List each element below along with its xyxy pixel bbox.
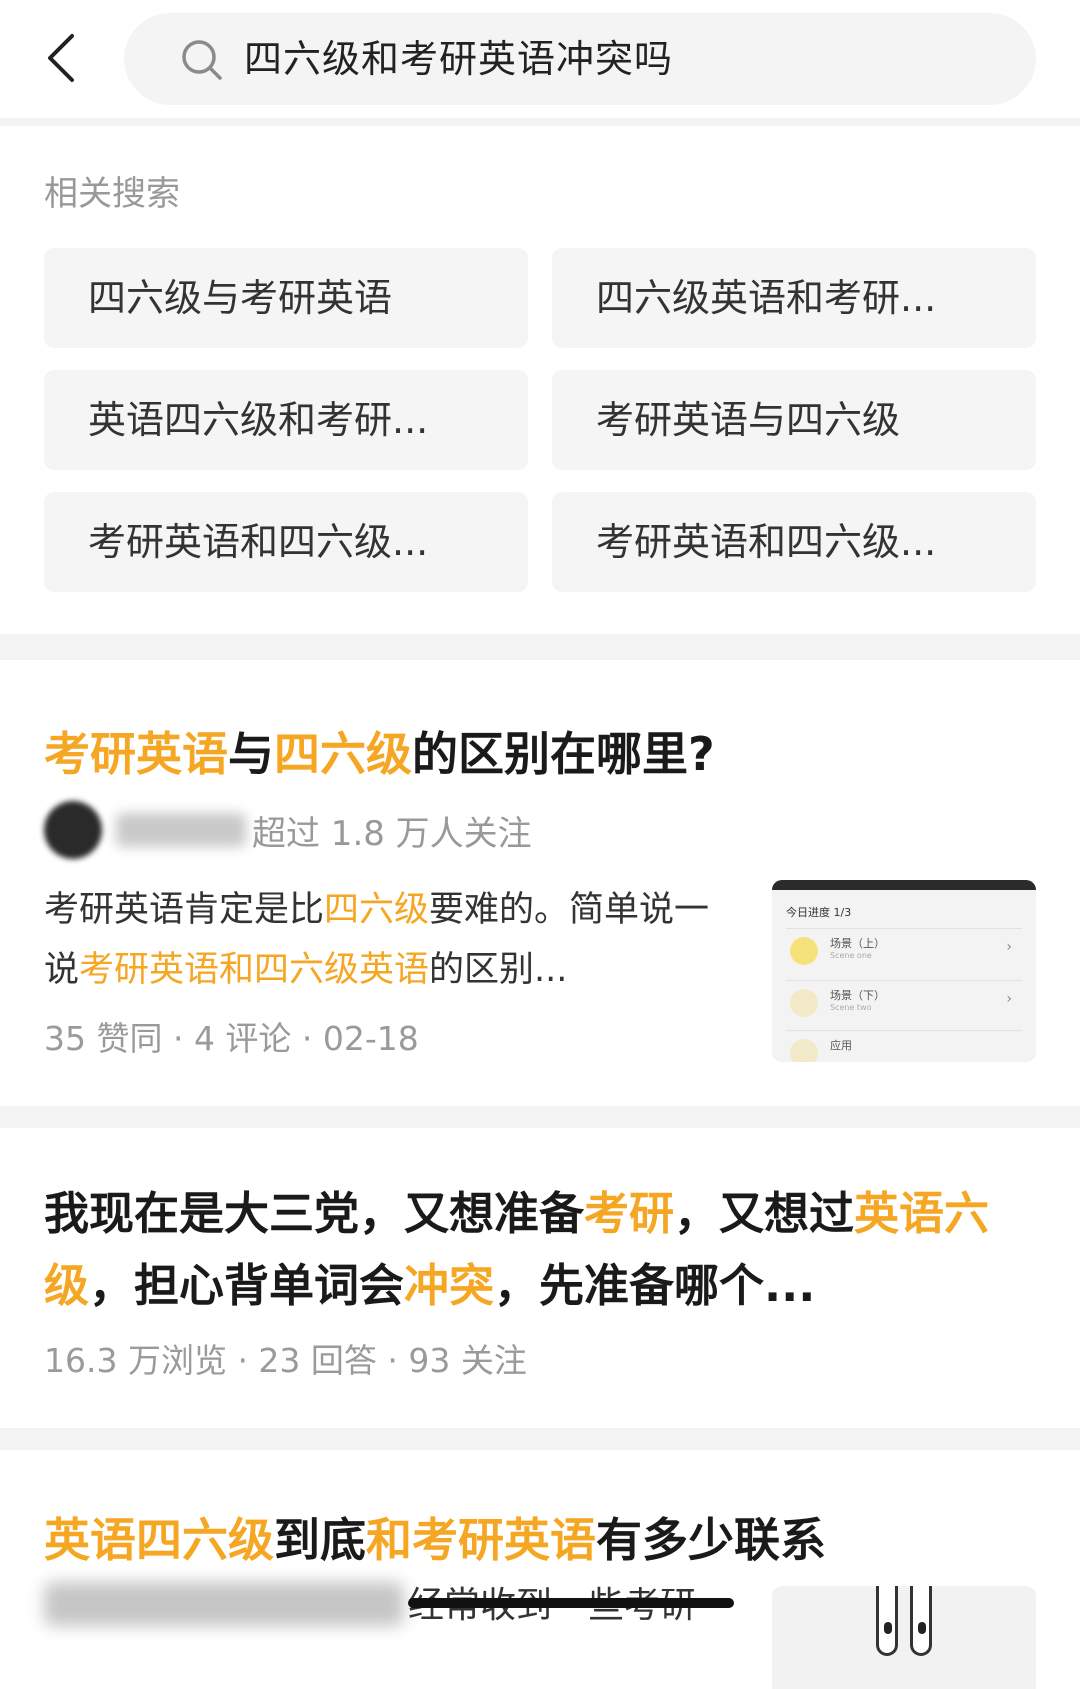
back-arrow-icon[interactable] (36, 28, 96, 88)
thumbnail-row: 场景（上） Scene one › (786, 928, 1022, 968)
title-segment: 到底 (274, 1513, 366, 1567)
related-searches-grid: 四六级与考研英语 四六级英语和考研... 英语四六级和考研... 考研英语与四六… (44, 248, 1036, 592)
result-card[interactable]: 我现在是大三党，又想准备考研，又想过英语六级，担心背单词会冲突，先准备哪个...… (0, 1128, 1080, 1428)
scene-icon (790, 989, 818, 1017)
title-segment: 考研 (584, 1187, 675, 1240)
thumbnail-row-sub: Scene one (830, 951, 872, 960)
title-segment: 与 (228, 727, 274, 781)
search-icon (180, 38, 224, 82)
excerpt-segment: 考研英语和四六级英语 (79, 950, 430, 990)
redaction-line (408, 1598, 734, 1608)
thumbnail-row-label: 应用 (830, 1039, 852, 1052)
result-title[interactable]: 英语四六级到底和考研英语有多少联系 (44, 1504, 826, 1570)
result-excerpt[interactable]: 考研英语肯定是比四六级要难的。简单说一说考研英语和四六级英语的区别... (44, 880, 724, 1000)
excerpt-segment: 四六级 (324, 890, 430, 930)
title-segment: 我现在是大三党，又想准备 (44, 1187, 585, 1240)
chevron-right-icon: › (1006, 991, 1012, 1007)
related-search-chip[interactable]: 考研英语与四六级 (552, 370, 1036, 470)
scene-icon (790, 1039, 818, 1062)
thumbnail-row-label: 场景（上） (830, 937, 885, 950)
chevron-right-icon: › (1006, 939, 1012, 955)
related-searches: 相关搜索 四六级与考研英语 四六级英语和考研... 英语四六级和考研... 考研… (0, 126, 1080, 634)
related-search-chip[interactable]: 考研英语和四六级... (44, 492, 528, 592)
result-thumbnail[interactable]: 今日进度 1/3 场景（上） Scene one › 场景（下） Scene t… (772, 880, 1036, 1062)
author-name-blurred (116, 813, 246, 847)
thumbnail-top-bar (772, 880, 1036, 890)
result-title[interactable]: 我现在是大三党，又想准备考研，又想过英语六级，担心背单词会冲突，先准备哪个... (44, 1178, 1044, 1322)
author-row[interactable]: 超过 1.8 万人关注 (44, 798, 532, 862)
search-query-text[interactable]: 四六级和考研英语冲突吗 (244, 13, 673, 105)
title-segment: 英语四六级 (44, 1513, 274, 1567)
title-segment: 有多少联系 (596, 1513, 826, 1567)
search-input[interactable]: 四六级和考研英语冲突吗 (124, 13, 1036, 105)
related-search-chip[interactable]: 四六级英语和考研... (552, 248, 1036, 348)
title-segment: ，又想过 (674, 1187, 855, 1240)
title-segment: 四六级 (274, 727, 412, 781)
title-segment: ，担心背单词会 (89, 1259, 405, 1312)
rabbit-ear-illustration (876, 1586, 898, 1656)
related-search-chip[interactable]: 四六级与考研英语 (44, 248, 528, 348)
author-name-blurred (44, 1582, 404, 1626)
thumbnail-header: 今日进度 1/3 (786, 906, 852, 919)
related-search-chip[interactable]: 考研英语和四六级... (552, 492, 1036, 592)
thumbnail-row: 应用 (786, 1030, 1022, 1062)
thumbnail-row-sub: Scene two (830, 1003, 872, 1012)
scene-icon (790, 937, 818, 965)
title-segment: 冲突 (404, 1259, 495, 1312)
result-card[interactable]: 英语四六级到底和考研英语有多少联系 经常收到一些考研 (0, 1450, 1080, 1689)
related-search-chip[interactable]: 英语四六级和考研... (44, 370, 528, 470)
excerpt-segment: 考研英语肯定是比 (44, 890, 325, 930)
result-meta: 35 赞同 · 4 评论 · 02-18 (44, 1019, 419, 1058)
thumbnail-row: 场景（下） Scene two › (786, 980, 1022, 1020)
result-title[interactable]: 考研英语与四六级的区别在哪里? (44, 718, 715, 784)
thumbnail-row-label: 场景（下） (830, 989, 885, 1002)
ear-dot (918, 1622, 926, 1634)
title-segment: 考研英语 (44, 727, 228, 781)
result-thumbnail[interactable] (772, 1586, 1036, 1689)
top-bar: 四六级和考研英语冲突吗 (0, 0, 1080, 118)
rabbit-ear-illustration (910, 1586, 932, 1656)
result-meta: 16.3 万浏览 · 23 回答 · 93 关注 (44, 1341, 527, 1380)
ear-dot (884, 1622, 892, 1634)
follow-count: 超过 1.8 万人关注 (252, 813, 532, 854)
related-searches-title: 相关搜索 (44, 174, 180, 214)
avatar[interactable] (44, 801, 102, 859)
excerpt-segment: 的区别... (429, 950, 568, 990)
title-segment: 和考研英语 (366, 1513, 596, 1567)
title-segment: ，先准备哪个... (494, 1259, 816, 1312)
title-segment: 的区别在哪里? (412, 727, 715, 781)
result-card[interactable]: 考研英语与四六级的区别在哪里? 超过 1.8 万人关注 考研英语肯定是比四六级要… (0, 660, 1080, 1106)
